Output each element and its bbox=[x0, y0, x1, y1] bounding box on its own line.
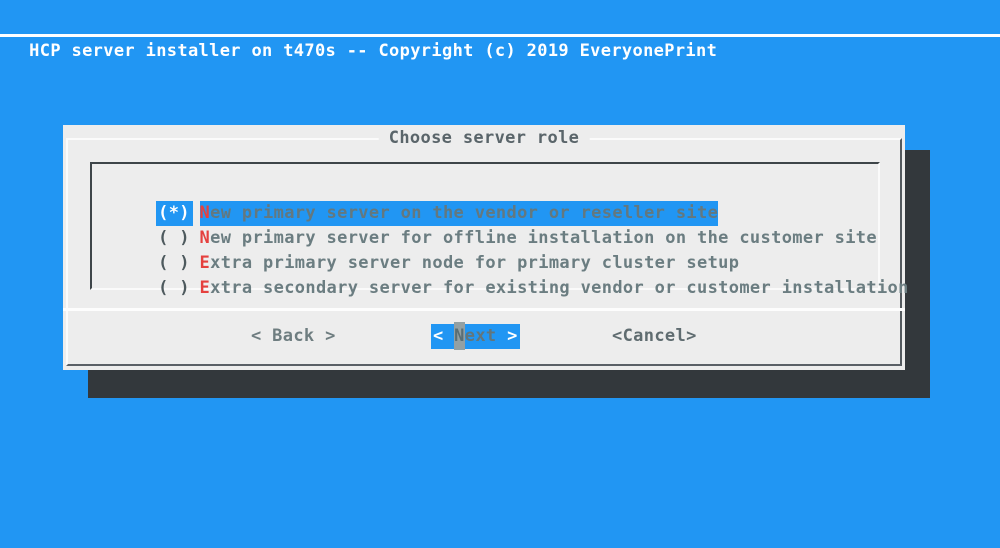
next-open-bracket: < bbox=[433, 326, 454, 346]
next-hotkey-cursor: N bbox=[454, 322, 465, 350]
option-text: ew primary server for offline installati… bbox=[210, 228, 877, 248]
radio-option-new-primary-vendor[interactable]: (*)New primary server on the vendor or r… bbox=[92, 176, 878, 201]
option-label[interactable]: New primary server on the vendor or rese… bbox=[200, 201, 719, 226]
next-close-bracket: > bbox=[507, 326, 518, 346]
option-label[interactable]: Extra secondary server for existing vend… bbox=[200, 276, 909, 301]
radio-marker[interactable]: ( ) bbox=[156, 226, 193, 251]
radio-marker[interactable]: ( ) bbox=[156, 276, 193, 301]
next-button[interactable]: < Next > bbox=[431, 324, 520, 349]
cancel-button[interactable]: <Cancel> bbox=[612, 324, 697, 349]
next-label-rest: ext bbox=[465, 326, 507, 346]
radio-marker[interactable]: ( ) bbox=[156, 251, 193, 276]
window-title: HCP server installer on t470s -- Copyrig… bbox=[29, 41, 717, 61]
option-hotkey: N bbox=[200, 203, 211, 223]
option-text: xtra primary server node for primary clu… bbox=[210, 253, 739, 273]
dialog-title: Choose server role bbox=[379, 127, 590, 149]
back-button[interactable]: < Back > bbox=[251, 324, 336, 349]
window-title-bar: HCP server installer on t470s -- Copyrig… bbox=[0, 0, 1000, 37]
option-hotkey: E bbox=[200, 253, 211, 273]
option-text: xtra secondary server for existing vendo… bbox=[210, 278, 909, 298]
option-label[interactable]: New primary server for offline installat… bbox=[200, 226, 877, 251]
server-role-radiolist: (*) New primary server on the vendor or r… bbox=[90, 162, 880, 290]
button-separator-line bbox=[63, 308, 905, 311]
choose-server-role-dialog: Choose server role (*) New primary server… bbox=[63, 125, 905, 370]
option-label[interactable]: Extra primary server node for primary cl… bbox=[200, 251, 740, 276]
option-hotkey: E bbox=[200, 278, 211, 298]
option-hotkey: N bbox=[200, 228, 211, 248]
radio-marker[interactable]: (*) bbox=[156, 201, 193, 226]
option-text: ew primary server on the vendor or resel… bbox=[210, 203, 718, 223]
